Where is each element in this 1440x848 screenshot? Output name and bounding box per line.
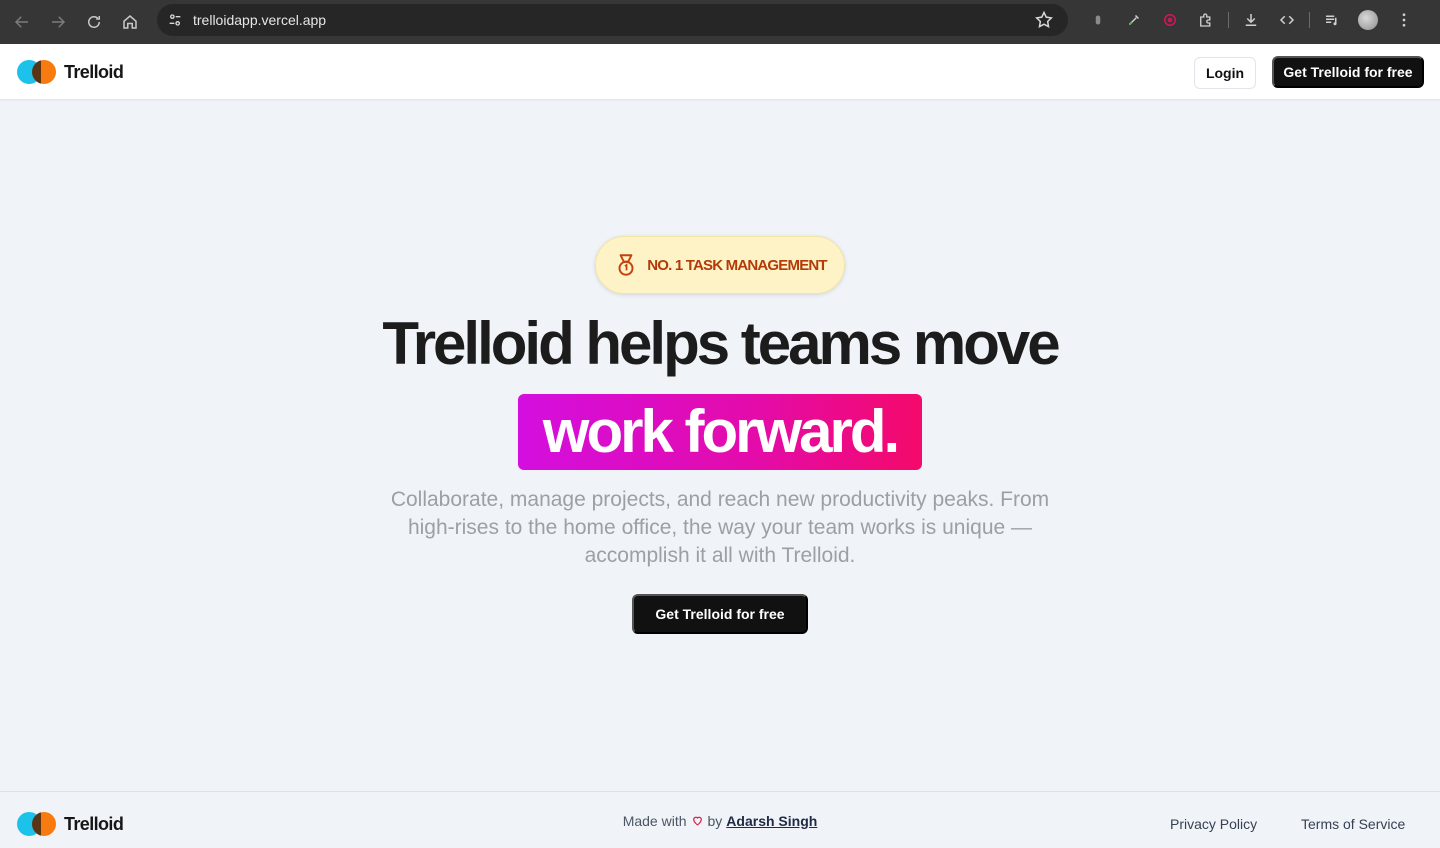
login-button[interactable]: Login xyxy=(1194,57,1256,89)
footer-brand-name: Trelloid xyxy=(64,813,124,834)
arrow-left-icon xyxy=(14,16,28,28)
puzzle-icon xyxy=(1200,13,1211,27)
headline-highlight: work forward. xyxy=(518,394,922,470)
brand-link[interactable]: Trelloid xyxy=(17,60,124,84)
highlight-text: work forward. xyxy=(542,398,900,465)
record-icon xyxy=(1164,14,1176,26)
reload-button[interactable] xyxy=(76,4,112,40)
code-icon xyxy=(1279,15,1295,25)
hero-headline: Trelloid helps teams move xyxy=(382,310,1060,377)
eyedropper-icon xyxy=(1128,14,1140,26)
get-trelloid-button[interactable]: Get Trelloid for free xyxy=(1272,56,1424,88)
no1-badge: NO. 1 TASK MANAGEMENT xyxy=(595,236,845,294)
browser-toolbar: trelloidapp.vercel.app xyxy=(0,0,1440,44)
heart-icon xyxy=(692,816,702,826)
devtools-button[interactable] xyxy=(1269,4,1305,36)
extension-button-1[interactable] xyxy=(1080,4,1116,36)
forward-button[interactable] xyxy=(40,4,76,40)
media-controls-button[interactable] xyxy=(1314,4,1350,36)
author-link[interactable]: Adarsh Singh xyxy=(726,813,817,829)
download-icon xyxy=(1245,14,1257,26)
extensions-area xyxy=(1080,4,1422,36)
bookmark-star-icon[interactable] xyxy=(1034,10,1054,30)
made-with-text: Made with xyxy=(622,812,687,829)
trelloid-logo-icon xyxy=(17,60,56,84)
badge-text: NO. 1 TASK MANAGEMENT xyxy=(647,256,827,274)
toolbar-separator xyxy=(1309,12,1310,28)
tune-icon xyxy=(169,14,181,26)
site-info-button[interactable] xyxy=(159,4,191,36)
browser-menu-button[interactable] xyxy=(1386,4,1422,36)
privacy-policy-link[interactable]: Privacy Policy xyxy=(1170,816,1257,832)
trelloid-logo-icon xyxy=(17,812,56,836)
extensions-menu-button[interactable] xyxy=(1188,4,1224,36)
terms-of-service-link[interactable]: Terms of Service xyxy=(1301,816,1405,832)
brand-name: Trelloid xyxy=(64,61,124,82)
toolbar-separator xyxy=(1228,12,1229,28)
mouse-icon xyxy=(1095,15,1101,25)
hero-subtext: Collaborate, manage projects, and reach … xyxy=(390,488,1050,567)
site-footer: Trelloid Made with by Adarsh Singh Priva… xyxy=(0,791,1440,848)
arrow-right-icon xyxy=(52,16,66,28)
home-button[interactable] xyxy=(112,4,148,40)
site-navbar: Trelloid Login Get Trelloid for free xyxy=(0,44,1440,100)
extension-button-3[interactable] xyxy=(1152,4,1188,36)
medal-icon xyxy=(618,254,634,276)
url-text[interactable]: trelloidapp.vercel.app xyxy=(193,12,326,28)
more-vertical-icon xyxy=(1402,13,1406,27)
footer-brand-link[interactable]: Trelloid xyxy=(17,812,124,836)
hero-get-trelloid-button[interactable]: Get Trelloid for free xyxy=(632,594,808,634)
address-bar[interactable]: trelloidapp.vercel.app xyxy=(157,4,1068,36)
downloads-button[interactable] xyxy=(1233,4,1269,36)
home-icon xyxy=(123,15,137,29)
reload-icon xyxy=(88,16,100,28)
avatar xyxy=(1358,10,1378,30)
back-button[interactable] xyxy=(4,4,40,40)
profile-button[interactable] xyxy=(1350,4,1386,36)
extension-button-2[interactable] xyxy=(1116,4,1152,36)
by-text: by xyxy=(707,812,723,829)
playlist-icon xyxy=(1326,15,1337,26)
